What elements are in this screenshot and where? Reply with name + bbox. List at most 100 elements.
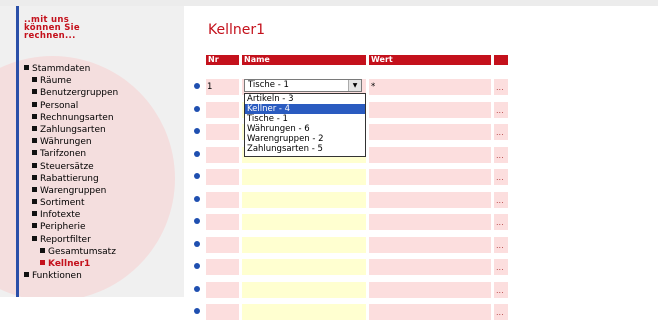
bullet-square-icon: [40, 260, 45, 265]
sidebar-item-rechnungsarten[interactable]: Rechnungsarten: [24, 112, 118, 124]
table-cell-nr: [206, 124, 239, 140]
sidebar-item-personal[interactable]: Personal: [24, 100, 118, 112]
table-cell-wert[interactable]: [369, 237, 491, 253]
row-action-button[interactable]: ...: [496, 263, 504, 272]
table-cell-nr: [206, 259, 239, 275]
page-title: Kellner1: [208, 22, 266, 38]
column-header-nr: Nr: [206, 55, 239, 65]
row-bullet-icon[interactable]: [194, 83, 200, 89]
sidebar-item-zahlungsarten[interactable]: Zahlungsarten: [24, 124, 118, 136]
table-cell-wert[interactable]: [369, 214, 491, 230]
bullet-square-icon: [32, 235, 37, 241]
sidebar-item-steuersätze[interactable]: Steuersätze: [24, 161, 118, 173]
table-cell-wert[interactable]: [369, 304, 491, 320]
bullet-square-icon: [32, 77, 37, 83]
row-action-button[interactable]: ...: [496, 128, 504, 137]
row-bullet-icon[interactable]: [194, 128, 200, 134]
bullet-square-icon: [32, 174, 37, 180]
table-cell-name[interactable]: [242, 237, 366, 253]
table-cell-wert[interactable]: [369, 124, 491, 140]
sidebar-item-tarifzonen[interactable]: Tarifzonen: [24, 148, 118, 160]
bullet-square-icon: [32, 211, 37, 217]
dropdown-option[interactable]: Kellner - 4: [245, 104, 365, 114]
table-cell-name[interactable]: [242, 169, 366, 185]
sidebar-item-reportfilter[interactable]: Reportfilter: [24, 234, 118, 246]
sidebar-item-benutzergruppen[interactable]: Benutzergruppen: [24, 87, 118, 99]
row-bullet-icon[interactable]: [194, 308, 200, 314]
table-cell-wert[interactable]: [369, 102, 491, 118]
row-action-button[interactable]: ...: [496, 83, 504, 92]
sidebar-item-label: Personal: [40, 100, 79, 111]
sidebar-item-label: Währungen: [40, 137, 92, 148]
table-cell-nr: [206, 147, 239, 163]
row-bullet-icon[interactable]: [194, 218, 200, 224]
table-cell-name[interactable]: [242, 282, 366, 298]
table-cell-wert[interactable]: [369, 192, 491, 208]
table-cell-wert[interactable]: [369, 147, 491, 163]
sidebar-item-rabattierung[interactable]: Rabattierung: [24, 173, 118, 185]
sidebar-item-peripherie[interactable]: Peripherie: [24, 221, 118, 233]
row-bullet-icon[interactable]: [194, 241, 200, 247]
sidebar-item-warengruppen[interactable]: Warengruppen: [24, 185, 118, 197]
sidebar-item-label: Rechnungsarten: [40, 112, 114, 123]
table-cell-wert[interactable]: [369, 169, 491, 185]
dropdown-option[interactable]: Währungen - 6: [245, 124, 365, 134]
row-action-button[interactable]: ...: [496, 173, 504, 182]
row-bullet-icon[interactable]: [194, 286, 200, 292]
sidebar-item-label: Funktionen: [32, 271, 82, 282]
table-cell-nr: [206, 214, 239, 230]
sidebar-item-infotexte[interactable]: Infotexte: [24, 209, 118, 221]
row-bullet-icon[interactable]: [194, 106, 200, 112]
row-action-button[interactable]: ...: [496, 286, 504, 295]
sidebar-item-gesamtumsatz[interactable]: Gesamtumsatz: [24, 246, 118, 258]
sidebar-item-label: Steuersätze: [40, 161, 94, 172]
dropdown-option[interactable]: Tische - 1: [245, 114, 365, 124]
row-action-button[interactable]: ...: [496, 151, 504, 160]
bullet-square-icon: [32, 101, 37, 107]
table-cell-nr: [206, 237, 239, 253]
table-cell-name[interactable]: [242, 304, 366, 320]
sidebar-nav: Stammdaten Räume Benutzergruppen Personal Re…: [24, 63, 118, 282]
sidebar-item-label: Benutzergruppen: [40, 88, 119, 99]
row-number: 1: [207, 82, 213, 92]
table-cell-name[interactable]: [242, 214, 366, 230]
table-cell-wert[interactable]: [369, 282, 491, 298]
bullet-square-icon: [40, 247, 45, 253]
table-cell-wert[interactable]: [369, 259, 491, 275]
sidebar-item-währungen[interactable]: Währungen: [24, 136, 118, 148]
bullet-square-icon: [32, 150, 37, 156]
column-header-wert: Wert: [369, 55, 491, 65]
sidebar-item-funktionen[interactable]: Funktionen: [24, 270, 118, 282]
table-cell-nr: [206, 102, 239, 118]
bullet-square-icon: [24, 272, 29, 278]
sidebar-item-label: Gesamtumsatz: [48, 246, 116, 257]
sidebar-item-label: Rabattierung: [40, 173, 99, 184]
name-select[interactable]: Tische - 1 ▼: [244, 79, 362, 92]
row-action-button[interactable]: ...: [496, 218, 504, 227]
row-action-button[interactable]: ...: [496, 308, 504, 317]
sidebar-item-stammdaten[interactable]: Stammdaten: [24, 63, 118, 75]
dropdown-option[interactable]: Warengruppen - 2: [245, 134, 365, 144]
row-action-button[interactable]: ...: [496, 241, 504, 250]
row-bullet-icon[interactable]: [194, 151, 200, 157]
table-cell-nr: [206, 282, 239, 298]
dropdown-option[interactable]: Zahlungsarten - 5: [245, 144, 365, 154]
sidebar-item-sortiment[interactable]: Sortiment: [24, 197, 118, 209]
row-bullet-icon[interactable]: [194, 196, 200, 202]
sidebar-item-kellner1[interactable]: Kellner1: [24, 258, 118, 270]
row-bullet-icon[interactable]: [194, 173, 200, 179]
chevron-down-icon[interactable]: ▼: [348, 80, 361, 91]
row-bullet-icon[interactable]: [194, 263, 200, 269]
table-cell-name[interactable]: [242, 259, 366, 275]
row-action-button[interactable]: ...: [496, 196, 504, 205]
logo-slogan: ..mit uns können Sie rechnen...: [24, 16, 80, 41]
table-cell-wert[interactable]: [369, 79, 491, 95]
table-cell-name[interactable]: [242, 192, 366, 208]
dropdown-option[interactable]: Artikeln - 3: [245, 94, 365, 104]
bullet-square-icon: [32, 223, 37, 229]
sidebar-item-räume[interactable]: Räume: [24, 75, 118, 87]
row-action-button[interactable]: ...: [496, 106, 504, 115]
name-select-value: Tische - 1: [248, 80, 289, 90]
name-dropdown-list: Artikeln - 3 Kellner - 4 Tische - 1 Währung…: [244, 93, 366, 157]
bullet-square-icon: [32, 138, 37, 144]
